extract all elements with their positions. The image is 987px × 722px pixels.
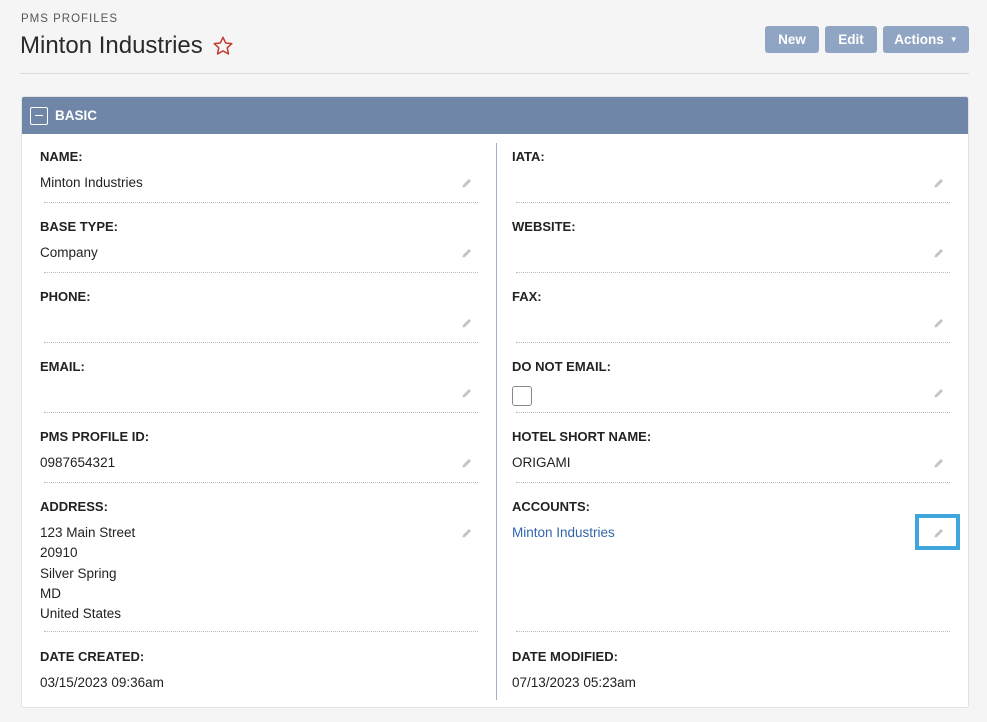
panel-title: BASIC bbox=[55, 108, 98, 123]
dotted-divider bbox=[44, 412, 478, 413]
edit-pencil-icon[interactable] bbox=[932, 246, 946, 260]
edit-pencil-icon[interactable] bbox=[932, 176, 946, 190]
field-value: 03/15/2023 09:36am bbox=[40, 675, 164, 690]
field-value: Company bbox=[40, 245, 98, 260]
dotted-divider bbox=[516, 342, 950, 343]
field-do-not-email: DO NOT EMAIL: bbox=[512, 359, 950, 419]
dotted-divider bbox=[516, 412, 950, 413]
dotted-divider bbox=[44, 342, 478, 343]
page-title: Minton Industries bbox=[20, 32, 203, 59]
field-date-created: DATE CREATED: 03/15/2023 09:36am bbox=[40, 649, 478, 699]
title-row: Minton Industries bbox=[20, 32, 234, 60]
dotted-divider bbox=[516, 202, 950, 203]
dotted-divider bbox=[44, 482, 478, 483]
field-label: BASE TYPE: bbox=[40, 219, 119, 234]
dotted-divider bbox=[516, 272, 950, 273]
focus-highlight bbox=[915, 514, 960, 550]
favorite-star-icon[interactable] bbox=[212, 35, 234, 57]
field-value: Minton Industries bbox=[40, 175, 143, 190]
field-date-modified: DATE MODIFIED: 07/13/2023 05:23am bbox=[512, 649, 950, 699]
dotted-divider bbox=[44, 631, 478, 632]
caret-down-icon: ▼ bbox=[949, 35, 958, 44]
basic-panel: BASIC NAME: Minton Industries BASE TYPE:… bbox=[21, 96, 969, 708]
actions-button[interactable]: Actions ▼ bbox=[883, 26, 969, 53]
field-website: WEBSITE: bbox=[512, 219, 950, 279]
field-name: NAME: Minton Industries bbox=[40, 149, 478, 209]
account-link[interactable]: Minton Industries bbox=[512, 523, 615, 543]
dotted-divider bbox=[44, 202, 478, 203]
field-label: WEBSITE: bbox=[512, 219, 576, 234]
field-label: IATA: bbox=[512, 149, 545, 164]
field-label: DATE MODIFIED: bbox=[512, 649, 618, 664]
edit-pencil-icon[interactable] bbox=[932, 386, 946, 400]
address-line: United States bbox=[40, 606, 122, 622]
edit-pencil-icon[interactable] bbox=[460, 526, 474, 540]
edit-pencil-icon[interactable] bbox=[460, 316, 474, 330]
dotted-divider bbox=[44, 272, 478, 273]
address-line: MD bbox=[40, 585, 61, 601]
do-not-email-checkbox[interactable] bbox=[512, 386, 532, 406]
field-hotel-short-name: HOTEL SHORT NAME: ORIGAMI bbox=[512, 429, 950, 489]
field-iata: IATA: bbox=[512, 149, 950, 209]
dotted-divider bbox=[516, 631, 950, 632]
header-divider bbox=[20, 73, 969, 74]
field-label: DATE CREATED: bbox=[40, 649, 145, 664]
edit-pencil-icon[interactable] bbox=[460, 176, 474, 190]
field-accounts: ACCOUNTS: Minton Industries bbox=[512, 499, 950, 634]
edit-pencil-icon[interactable] bbox=[932, 316, 946, 330]
address-value: 123 Main Street 20910 Silver Spring MD U… bbox=[40, 523, 135, 624]
column-separator bbox=[496, 143, 497, 700]
actions-label: Actions bbox=[894, 32, 944, 47]
field-value: 07/13/2023 05:23am bbox=[512, 675, 636, 690]
field-base-type: BASE TYPE: Company bbox=[40, 219, 478, 279]
field-value: 0987654321 bbox=[40, 455, 116, 470]
edit-pencil-icon[interactable] bbox=[460, 386, 474, 400]
address-line: Silver Spring bbox=[40, 565, 117, 581]
field-label: FAX: bbox=[512, 289, 542, 304]
field-label: PHONE: bbox=[40, 289, 91, 304]
field-fax: FAX: bbox=[512, 289, 950, 349]
field-pms-profile-id: PMS PROFILE ID: 0987654321 bbox=[40, 429, 478, 489]
edit-pencil-icon[interactable] bbox=[932, 456, 946, 470]
field-phone: PHONE: bbox=[40, 289, 478, 349]
module-label: PMS PROFILES bbox=[21, 13, 118, 25]
edit-pencil-icon[interactable] bbox=[460, 246, 474, 260]
field-label: EMAIL: bbox=[40, 359, 85, 374]
address-line: 123 Main Street bbox=[40, 525, 136, 540]
panel-header[interactable]: BASIC bbox=[22, 97, 968, 134]
field-label: PMS PROFILE ID: bbox=[40, 429, 150, 444]
field-label: ADDRESS: bbox=[40, 499, 108, 514]
new-button[interactable]: New bbox=[765, 26, 819, 53]
address-line: 20910 bbox=[40, 545, 78, 561]
field-label: NAME: bbox=[40, 149, 83, 164]
field-label: HOTEL SHORT NAME: bbox=[512, 429, 652, 444]
collapse-icon[interactable] bbox=[30, 106, 48, 125]
edit-button[interactable]: Edit bbox=[825, 26, 877, 53]
field-email: EMAIL: bbox=[40, 359, 478, 419]
field-label: DO NOT EMAIL: bbox=[512, 359, 611, 374]
edit-pencil-icon[interactable] bbox=[460, 456, 474, 470]
field-value: ORIGAMI bbox=[512, 455, 571, 470]
field-address: ADDRESS: 123 Main Street 20910 Silver Sp… bbox=[40, 499, 478, 634]
dotted-divider bbox=[516, 482, 950, 483]
field-label: ACCOUNTS: bbox=[512, 499, 590, 514]
header-buttons: New Edit Actions ▼ bbox=[765, 26, 969, 53]
